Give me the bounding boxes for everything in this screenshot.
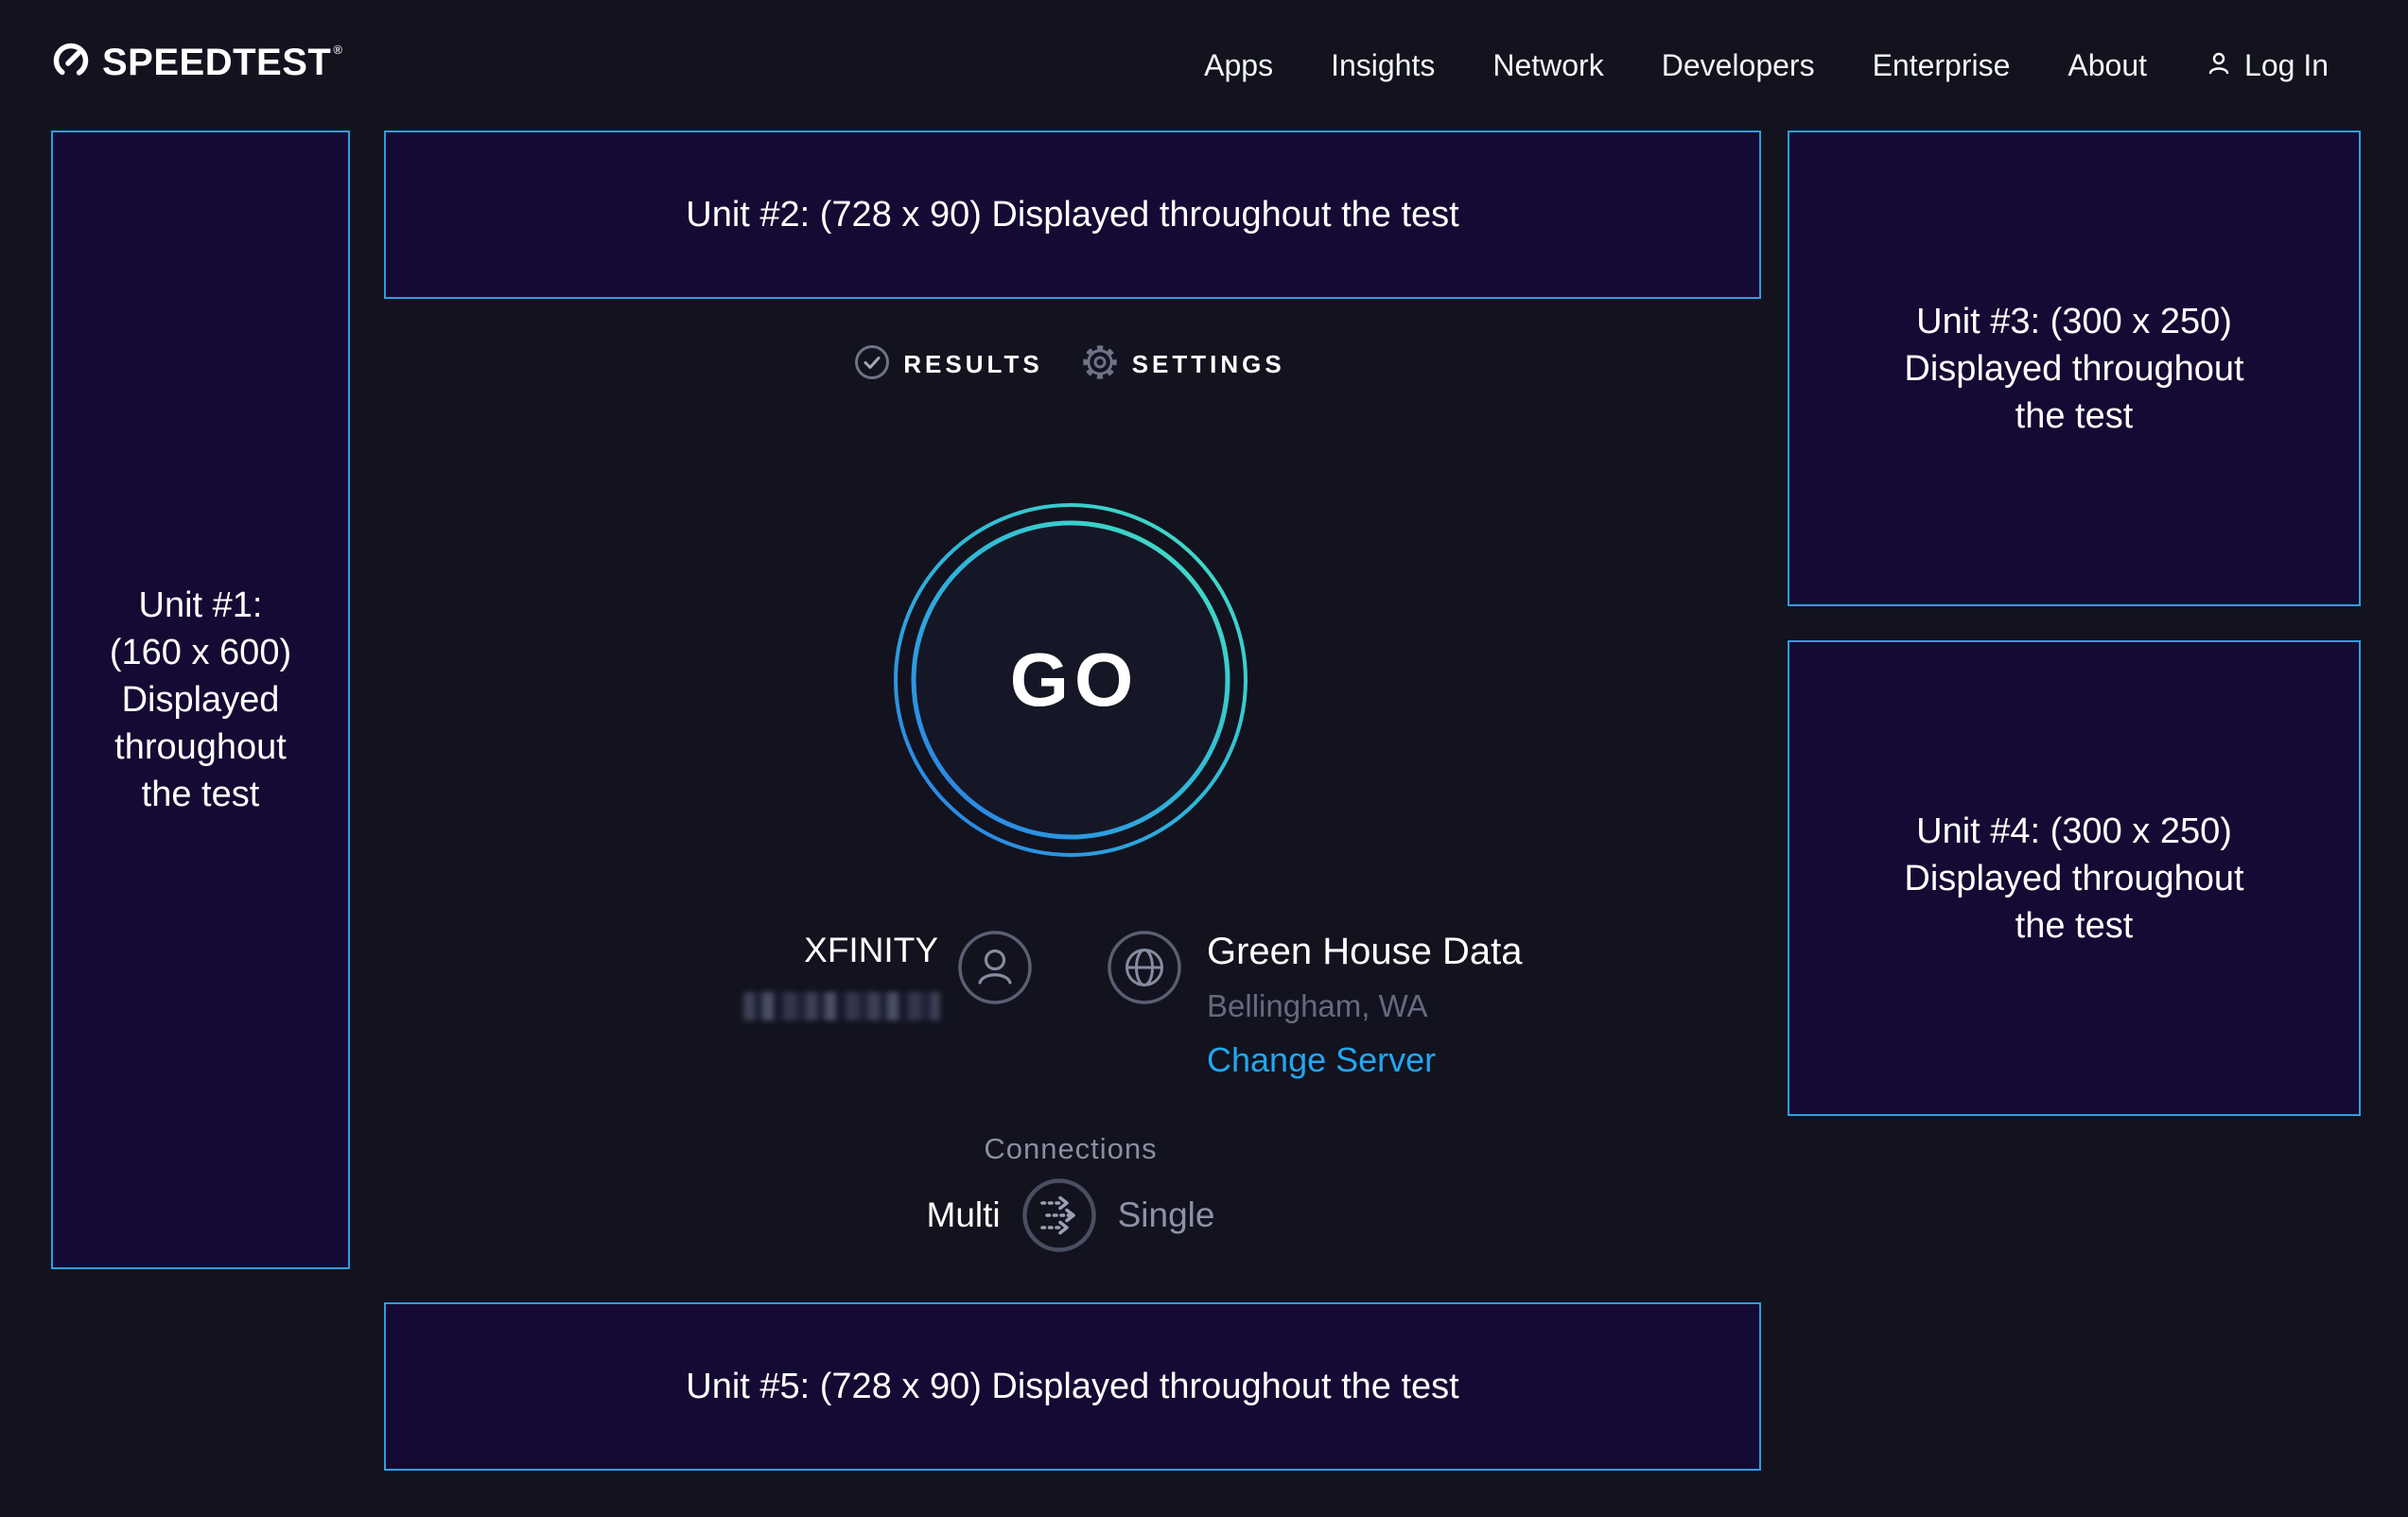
go-button-label: GO xyxy=(881,491,1260,869)
server-info: Green House Data Bellingham, WA Change S… xyxy=(1207,931,1523,1080)
navbar: SPEEDTEST® Apps Insights Network Develop… xyxy=(0,0,2408,131)
connections-toggle-row: Multi Single xyxy=(787,1177,1354,1253)
speedtest-logo[interactable]: SPEEDTEST® xyxy=(52,42,342,84)
isp-ip-redacted xyxy=(743,992,940,1020)
login-button[interactable]: Log In xyxy=(2205,48,2329,83)
ad-text: the test xyxy=(2015,902,2134,950)
ad-text: (160 x 600) xyxy=(110,629,291,676)
ad-text: Displayed throughout xyxy=(1904,345,2243,392)
trademark-mark: ® xyxy=(333,43,342,57)
tab-settings[interactable]: SETTINGS xyxy=(1081,343,1285,386)
server-location: Bellingham, WA xyxy=(1207,988,1523,1024)
login-label: Log In xyxy=(2244,48,2329,83)
nav-item-about[interactable]: About xyxy=(2068,48,2147,83)
logo-text: SPEEDTEST® xyxy=(102,42,342,84)
connections-title: Connections xyxy=(881,1132,1260,1166)
tabs-bar: RESULTS SETTINGS xyxy=(352,336,1788,392)
user-circle-icon[interactable] xyxy=(957,930,1033,1005)
tab-settings-label: SETTINGS xyxy=(1132,350,1285,379)
change-server-link[interactable]: Change Server xyxy=(1207,1040,1523,1080)
user-icon xyxy=(2205,49,2233,82)
ad-text: throughout xyxy=(114,724,287,771)
nav-item-developers[interactable]: Developers xyxy=(1662,48,1815,83)
ad-text: the test xyxy=(142,771,260,818)
ad-text: Displayed throughout xyxy=(1904,855,2243,902)
nav-links: Apps Insights Network Developers Enterpr… xyxy=(1204,0,2329,131)
connections-option-single[interactable]: Single xyxy=(1118,1195,1215,1235)
isp-name: XFINITY xyxy=(605,931,938,970)
nav-item-apps[interactable]: Apps xyxy=(1204,48,1273,83)
ad-text: Unit #2: (728 x 90) Displayed throughout… xyxy=(686,191,1458,238)
server-name: Green House Data xyxy=(1207,931,1523,973)
multi-connection-icon[interactable] xyxy=(1021,1177,1097,1253)
speedtest-page: SPEEDTEST® Apps Insights Network Develop… xyxy=(0,0,2408,1517)
globe-icon[interactable] xyxy=(1107,930,1182,1005)
ad-text: Unit #3: (300 x 250) xyxy=(1916,298,2232,345)
check-circle-icon xyxy=(854,344,890,385)
ad-unit-1[interactable]: Unit #1: (160 x 600) Displayed throughou… xyxy=(51,131,350,1269)
nav-item-insights[interactable]: Insights xyxy=(1331,48,1435,83)
tab-results[interactable]: RESULTS xyxy=(854,344,1042,385)
ad-text: Unit #5: (728 x 90) Displayed throughout… xyxy=(686,1363,1458,1410)
ad-unit-3[interactable]: Unit #3: (300 x 250) Displayed throughou… xyxy=(1788,131,2361,606)
ad-unit-2[interactable]: Unit #2: (728 x 90) Displayed throughout… xyxy=(384,131,1761,299)
ad-text: Unit #1: xyxy=(139,582,263,629)
go-button[interactable]: GO xyxy=(881,491,1260,869)
connections-option-multi[interactable]: Multi xyxy=(927,1195,1001,1235)
tab-results-label: RESULTS xyxy=(903,350,1042,379)
nav-item-network[interactable]: Network xyxy=(1492,48,1603,83)
ad-text: Displayed xyxy=(122,676,280,724)
ad-text: the test xyxy=(2015,392,2134,440)
ad-unit-4[interactable]: Unit #4: (300 x 250) Displayed throughou… xyxy=(1788,640,2361,1116)
gear-icon xyxy=(1081,343,1119,386)
ad-unit-5[interactable]: Unit #5: (728 x 90) Displayed throughout… xyxy=(384,1302,1761,1471)
ad-text: Unit #4: (300 x 250) xyxy=(1916,808,2232,855)
nav-item-enterprise[interactable]: Enterprise xyxy=(1873,48,2011,83)
speedtest-gauge-icon xyxy=(52,42,90,84)
